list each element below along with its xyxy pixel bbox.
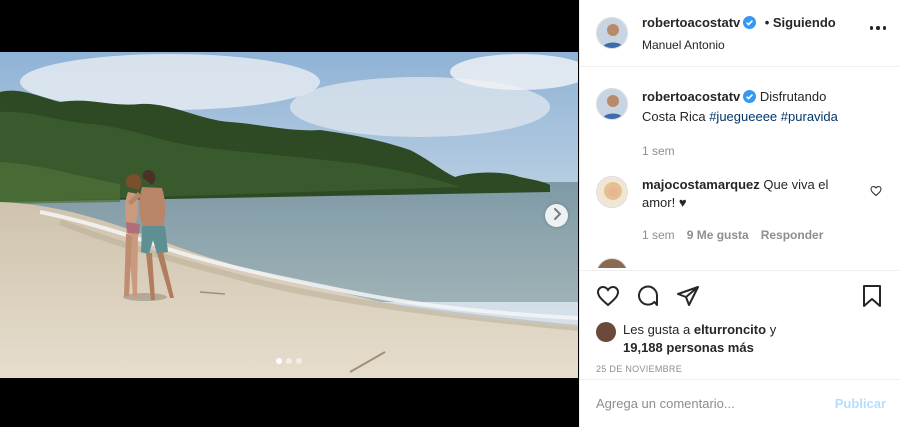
share-icon[interactable] [676,284,700,308]
next-slide-button[interactable] [545,204,568,227]
carousel-indicator [276,358,302,364]
post-side-panel: robertoacostatv • Siguiendo Manuel Anton… [579,0,900,427]
comment-username[interactable]: majocostamarquez [642,177,760,192]
bookmark-icon[interactable] [860,284,884,308]
carousel-dot [296,358,302,364]
comment-input[interactable] [596,396,835,411]
caption-username[interactable]: robertoacostatv [642,89,740,104]
instagram-post-modal: robertoacostatv • Siguiendo Manuel Anton… [0,0,900,427]
likes-prefix: Les gusta a [623,322,691,337]
comment-body: majocostamarquez Que viva el amor! ♥ 1 s… [642,176,862,244]
comment-item: majocostamarquez Que viva el amor! ♥ 1 s… [596,176,884,244]
hashtag-link[interactable]: #puravida [781,109,838,124]
post-location[interactable]: Manuel Antonio [642,38,836,52]
heart-icon[interactable] [596,284,620,308]
publish-button[interactable]: Publicar [835,396,886,411]
hashtag-link[interactable]: #juegueeee [709,109,777,124]
post-actions: Les gusta a elturroncito y 19,188 person… [580,270,900,374]
post-header: robertoacostatv • Siguiendo Manuel Anton… [580,0,900,67]
comment-time[interactable]: 1 sem [642,226,675,244]
comment-avatar[interactable] [596,258,628,268]
comments-list[interactable]: robertoacostatv Disfrutando Costa Rica #… [580,68,900,268]
liker-avatar[interactable] [596,322,616,342]
comment-likes[interactable]: 9 Me gusta [687,226,749,244]
comment-avatar[interactable] [596,176,628,208]
likes-summary: Les gusta a elturroncito y 19,188 person… [596,321,884,357]
chevron-right-icon [552,207,562,225]
follow-status-button[interactable]: • Siguiendo [765,15,836,30]
comment-icon[interactable] [636,284,660,308]
likes-joiner: y [769,322,777,337]
verified-badge-icon [743,16,757,34]
verified-badge-icon [743,90,757,108]
author-avatar[interactable] [596,17,628,49]
author-info: robertoacostatv • Siguiendo Manuel Anton… [642,14,836,52]
post-photo[interactable] [0,52,578,378]
liker-username[interactable]: elturroncito [694,322,766,337]
more-options-icon[interactable] [869,26,886,30]
caption-body: robertoacostatv Disfrutando Costa Rica #… [642,88,862,160]
caption-time[interactable]: 1 sem [642,142,675,160]
likes-count[interactable]: 19,188 personas más [623,340,754,355]
add-comment-bar: Publicar [580,379,900,427]
reply-button[interactable]: Responder [761,226,824,244]
carousel-dot [286,358,292,364]
caption-avatar[interactable] [596,88,628,120]
carousel-dot [276,358,282,364]
comment-item-partial [596,258,884,268]
caption-item: robertoacostatv Disfrutando Costa Rica #… [596,88,884,160]
post-date[interactable]: 25 DE NOVIEMBRE [596,364,884,374]
media-pane [0,0,578,427]
author-username[interactable]: robertoacostatv [642,15,740,30]
heart-icon[interactable] [870,184,882,202]
